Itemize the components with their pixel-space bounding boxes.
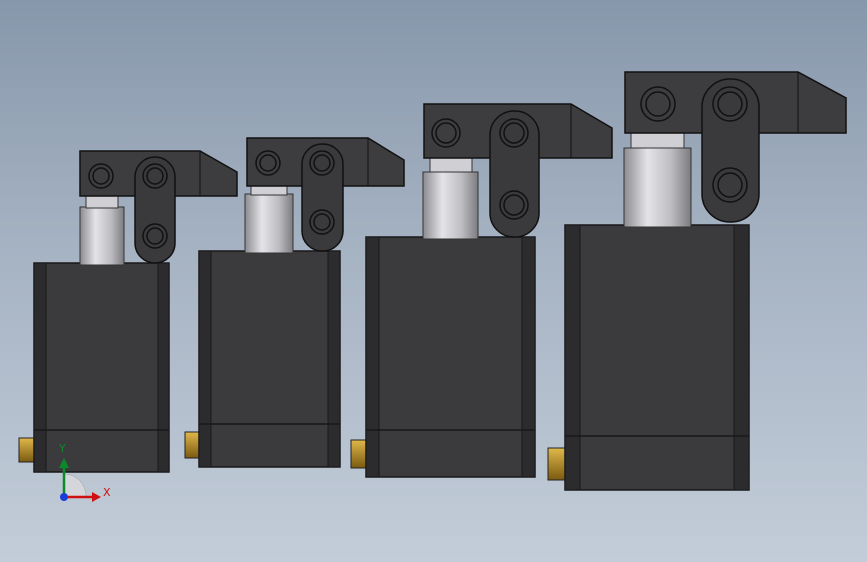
y-axis-label: Y: [59, 442, 66, 455]
body-edge: [33, 262, 47, 473]
piston-rod: [79, 206, 125, 266]
clamp-link: [134, 156, 176, 264]
x-axis-label: X: [103, 486, 111, 499]
fitting: [547, 447, 567, 481]
cylinder-body: [365, 236, 536, 478]
cad-viewport[interactable]: X Y: [0, 0, 867, 562]
clamp-cylinder-assembly[interactable]: [0, 0, 867, 562]
clamp-link: [489, 110, 540, 238]
body-edge: [157, 262, 170, 473]
cylinder-body: [564, 224, 750, 491]
cylinder-body: [198, 250, 341, 468]
piston-rod: [422, 171, 479, 240]
clamp-link: [701, 78, 760, 223]
fitting: [18, 437, 36, 463]
piston-rod: [623, 147, 692, 228]
clamp-link: [301, 143, 344, 252]
cylinder-body: [33, 262, 170, 473]
z-axis-origin-icon: [60, 493, 68, 501]
piston-rod: [244, 193, 294, 254]
